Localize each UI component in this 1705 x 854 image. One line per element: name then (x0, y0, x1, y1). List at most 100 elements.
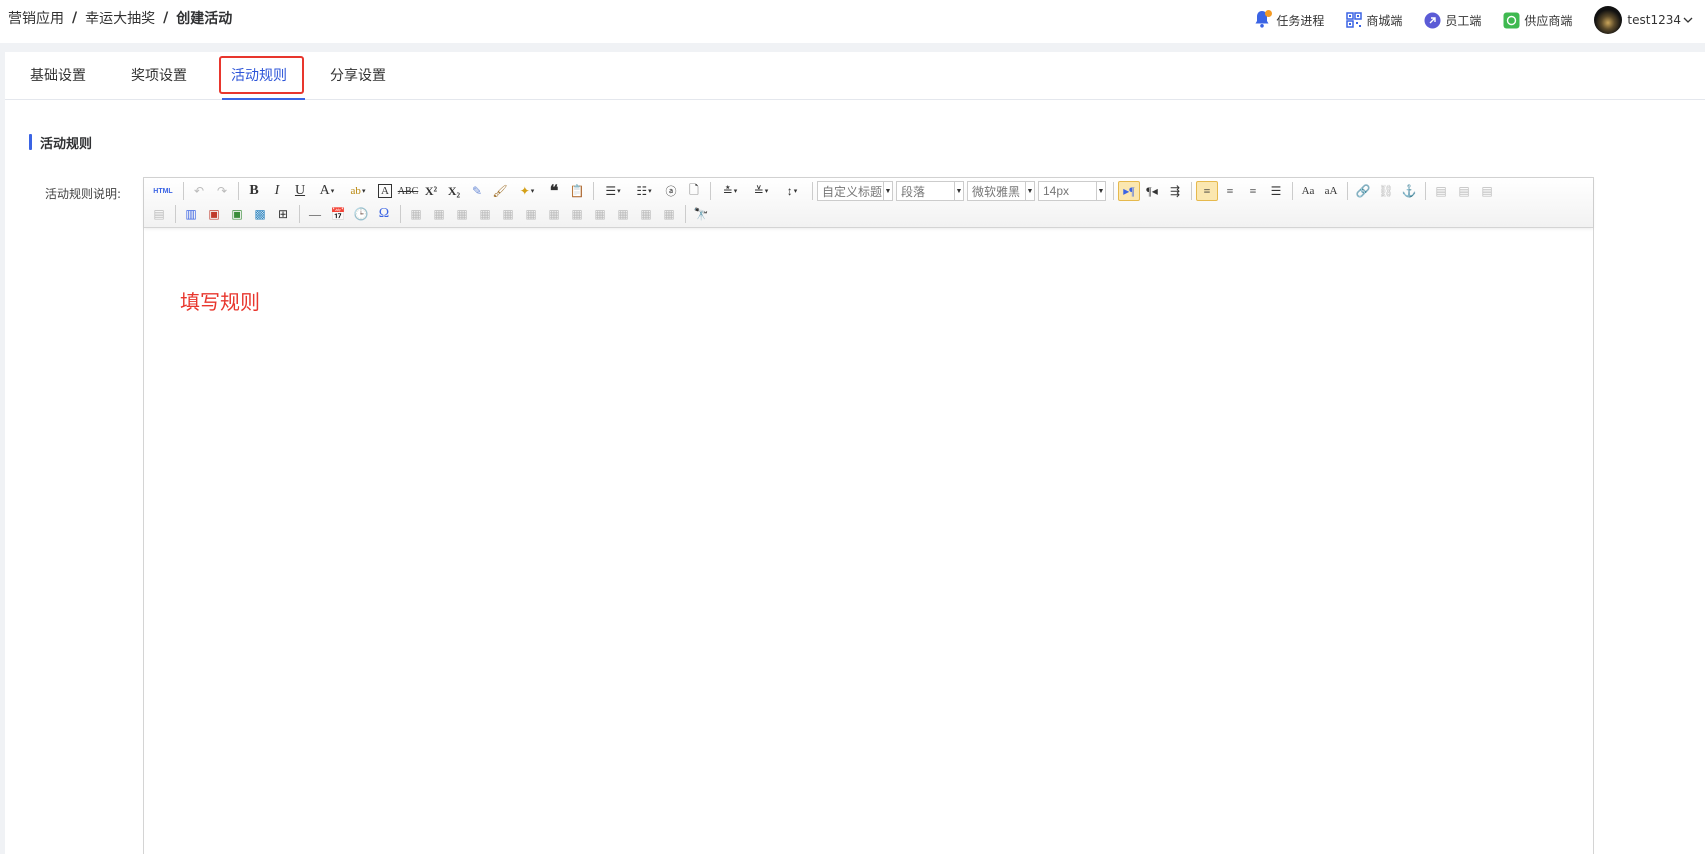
toolbar-row-1: HTML ↶ ↷ B I U A ▾ ab ▾ A ABC X² X₂ ✎ 🖌 ✦ ▾… (148, 180, 1499, 202)
special-chars-icon[interactable]: Ω (373, 204, 395, 224)
custom-heading-select[interactable]: 自定义标题 ▼ (817, 181, 893, 201)
blockquote-icon[interactable]: ❝ (543, 181, 565, 201)
insert-title-row-icon[interactable]: ▦ (428, 204, 450, 224)
horizontal-rule-icon[interactable]: — (304, 204, 326, 224)
merge-cells-icon[interactable]: ▦ (543, 204, 565, 224)
select-all-icon[interactable]: ⓐ (660, 181, 682, 201)
line-height-icon[interactable]: ↕ ▾ (777, 181, 807, 201)
align-justify-icon[interactable]: ☰ (1265, 181, 1287, 201)
italic-icon[interactable]: I (266, 181, 288, 201)
editor-toolbar: HTML ↶ ↷ B I U A ▾ ab ▾ A ABC X² X₂ ✎ 🖌 ✦ ▾… (144, 178, 1593, 228)
split-cols-icon[interactable]: ▦ (658, 204, 680, 224)
breadcrumb-item-lottery[interactable]: 幸运大抽奖 (85, 8, 155, 28)
tab-share-settings[interactable]: 分享设置 (330, 52, 386, 100)
clear-doc-icon[interactable]: 🗋 (683, 181, 705, 201)
align-center-icon[interactable]: ≡ (1219, 181, 1241, 201)
merge-down-icon[interactable]: ▦ (589, 204, 611, 224)
image-float-none-icon[interactable]: ▤ (1430, 181, 1452, 201)
insert-time-icon[interactable]: 🕒 (350, 204, 372, 224)
multi-image-icon[interactable]: ▣ (226, 204, 248, 224)
image-float-right-icon[interactable]: ▤ (1476, 181, 1498, 201)
uppercase-icon[interactable]: Aa (1297, 181, 1319, 201)
ordered-list-icon[interactable]: ☰ ▾ (598, 181, 628, 201)
rules-description-label: 活动规则说明: (45, 187, 122, 201)
image-center-icon[interactable]: ▤ (148, 204, 170, 224)
link-icon[interactable]: 🔗 (1352, 181, 1374, 201)
avatar (1594, 6, 1623, 34)
insert-image-icon[interactable]: ▣ (203, 204, 225, 224)
undo-icon[interactable]: ↶ (188, 181, 210, 201)
paragraph-select[interactable]: 段落 ▼ (896, 181, 964, 201)
staff-link[interactable]: 员工端 (1424, 12, 1481, 29)
superscript-icon[interactable]: X² (420, 181, 442, 201)
chevron-down-icon (1683, 17, 1693, 23)
remove-format-icon[interactable]: ✎ (466, 181, 488, 201)
format-painter-icon[interactable]: 🖌 (489, 181, 511, 201)
anchor-icon[interactable]: ⚓ (1398, 181, 1420, 201)
indent-icon[interactable]: ⇶ (1164, 181, 1186, 201)
font-family-value: 微软雅黑 (972, 184, 1021, 199)
notification-dot (1265, 10, 1273, 17)
tab-prize-settings[interactable]: 奖项设置 (131, 52, 187, 100)
font-border-icon[interactable]: A (374, 181, 396, 201)
breadcrumb-item-create: 创建活动 (176, 11, 233, 27)
insert-date-icon[interactable]: 📅 (327, 204, 349, 224)
active-tab-underline (222, 98, 305, 100)
split-cells-icon[interactable]: ▦ (612, 204, 634, 224)
section-title-text: 活动规则 (40, 136, 93, 152)
insert-video-icon[interactable]: ▥ (180, 204, 202, 224)
font-size-select[interactable]: 14px ▼ (1038, 181, 1106, 201)
mall-link[interactable]: 商城端 (1346, 12, 1402, 29)
auto-typeset-icon[interactable]: ✦ ▾ (512, 181, 542, 201)
ltr-direction-icon[interactable]: ▸¶ (1118, 181, 1140, 201)
delete-row-icon[interactable]: ▦ (474, 204, 496, 224)
search-replace-icon[interactable]: 🔭 (690, 204, 712, 224)
task-progress-link[interactable]: 任务进程 (1254, 10, 1324, 30)
editor-content-area[interactable]: 填写规则 (144, 229, 1593, 854)
html-source-button[interactable]: HTML (148, 181, 178, 201)
insert-map-icon[interactable]: ▩ (249, 204, 271, 224)
image-float-left-icon[interactable]: ▤ (1453, 181, 1475, 201)
paste-plain-icon[interactable]: 📋 (566, 181, 588, 201)
page-break-icon[interactable]: ⊞ (272, 204, 294, 224)
font-size-value: 14px (1043, 184, 1070, 198)
unordered-list-icon[interactable]: ☷ ▾ (629, 181, 659, 201)
redo-icon[interactable]: ↷ (211, 181, 233, 201)
supplier-link[interactable]: 供应商端 (1503, 12, 1572, 29)
mall-label: 商城端 (1366, 13, 1403, 28)
align-right-icon[interactable]: ≡ (1242, 181, 1264, 201)
delete-col-icon[interactable]: ▦ (520, 204, 542, 224)
insert-col-icon[interactable]: ▦ (497, 204, 519, 224)
breadcrumb: 营销应用 / 幸运大抽奖 / 创建活动 (8, 8, 232, 28)
bell-icon (1254, 10, 1273, 30)
breadcrumb-separator: / (163, 10, 169, 26)
bold-icon[interactable]: B (243, 181, 265, 201)
unlink-icon[interactable]: ⛓ (1375, 181, 1397, 201)
background-color-icon[interactable]: ab ▾ (343, 181, 373, 201)
row-spacing-bottom-icon[interactable]: ≚ ▾ (746, 181, 776, 201)
custom-heading-value: 自定义标题 (822, 184, 883, 199)
underline-icon[interactable]: U (289, 181, 311, 201)
supplier-icon (1503, 12, 1520, 28)
split-rows-icon[interactable]: ▦ (635, 204, 657, 224)
insert-row-icon[interactable]: ▦ (451, 204, 473, 224)
lowercase-icon[interactable]: aA (1320, 181, 1342, 201)
staff-label: 员工端 (1445, 13, 1482, 28)
font-family-select[interactable]: 微软雅黑 ▼ (967, 181, 1035, 201)
rtl-direction-icon[interactable]: ¶◂ (1141, 181, 1163, 201)
user-menu[interactable]: test1234 (1594, 6, 1697, 34)
toolbar-row-2: ▤ ▥ ▣ ▣ ▩ ⊞ — 📅 🕒 Ω ▦ ▦ ▦ ▦ ▦ ▦ ▦ ▦ ▦ ▦ … (148, 203, 713, 225)
strikethrough-icon[interactable]: ABC (397, 181, 419, 201)
active-tab-highlight-box (219, 56, 304, 94)
align-left-icon[interactable]: ≡ (1196, 181, 1218, 201)
breadcrumb-item-marketing[interactable]: 营销应用 (8, 8, 64, 28)
rich-text-editor: HTML ↶ ↷ B I U A ▾ ab ▾ A ABC X² X₂ ✎ 🖌 ✦ ▾… (143, 177, 1594, 854)
row-spacing-top-icon[interactable]: ≛ ▾ (715, 181, 745, 201)
editor-content-text[interactable]: 填写规则 (180, 286, 260, 315)
subscript-icon[interactable]: X₂ (443, 181, 465, 201)
merge-right-icon[interactable]: ▦ (566, 204, 588, 224)
font-color-icon[interactable]: A ▾ (312, 181, 342, 201)
top-links: 任务进程 商城端 员工端 供应商端 test1234 (1232, 6, 1697, 34)
insert-table-icon[interactable]: ▦ (405, 204, 427, 224)
tab-basic-settings[interactable]: 基础设置 (30, 52, 86, 100)
